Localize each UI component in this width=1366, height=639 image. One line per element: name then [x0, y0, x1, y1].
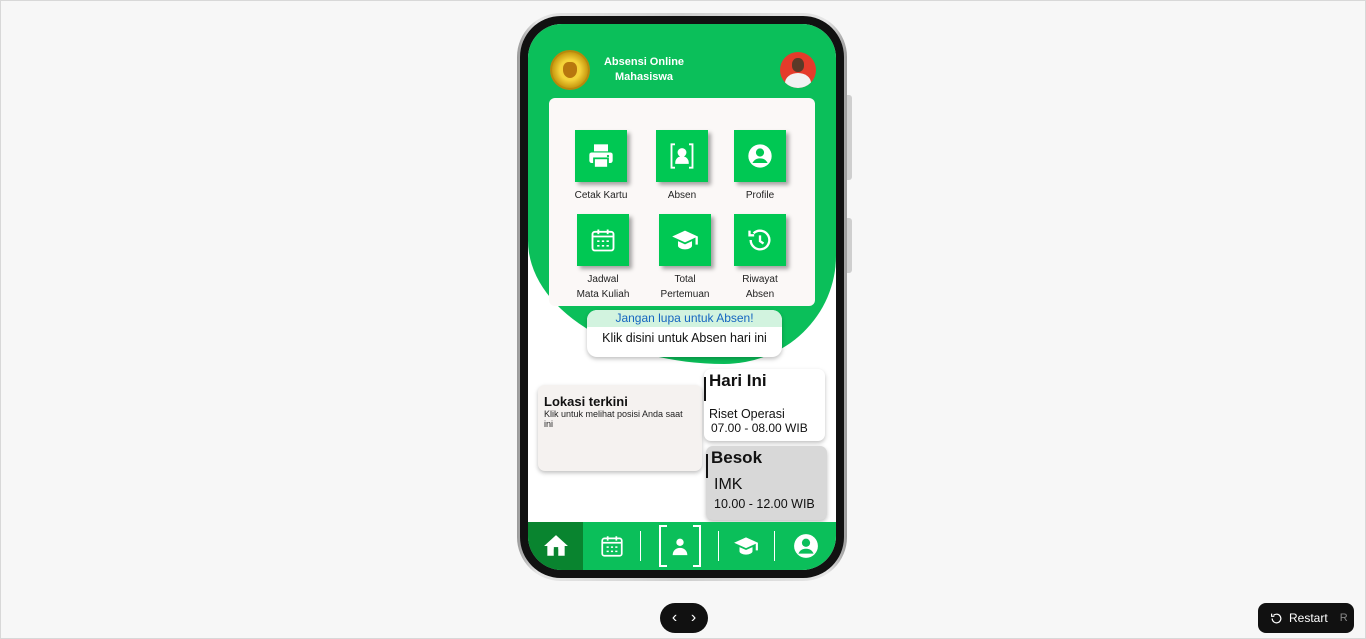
- nav-absen[interactable]: [641, 522, 718, 570]
- menu-label-line2: Absen: [745, 289, 775, 300]
- menu-absen[interactable]: Absen: [642, 130, 722, 203]
- person-frame-icon: [656, 130, 708, 182]
- menu-jadwal[interactable]: Jadwal Mata Kuliah: [563, 214, 643, 302]
- university-logo: [550, 50, 590, 90]
- menu-profile[interactable]: Profile: [720, 130, 800, 203]
- schedule-tomorrow-heading: Besok: [711, 448, 763, 467]
- graduation-cap-icon: [659, 214, 711, 266]
- schedule-today-course: Riset Operasi: [709, 407, 785, 421]
- schedule-today-time: 07.00 - 08.00 WIB: [711, 421, 808, 435]
- schedule-tomorrow-time: 10.00 - 12.00 WIB: [714, 497, 815, 511]
- menu-riwayat-absen[interactable]: Riwayat Absen: [720, 214, 800, 302]
- nav-home[interactable]: [528, 522, 584, 570]
- menu-label-line1: Riwayat: [742, 274, 778, 285]
- schedule-tomorrow-course: IMK: [714, 476, 743, 493]
- menu-total-pertemuan[interactable]: Total Pertemuan: [645, 214, 725, 302]
- schedule-tomorrow-card[interactable]: Besok IMK 10.00 - 12.00 WIB: [706, 446, 827, 520]
- menu-label: Profile: [745, 190, 775, 201]
- restart-icon: [1271, 613, 1282, 623]
- profile-icon: [734, 130, 786, 182]
- phone-frame: Absensi Online Mahasiswa Cetak Kartu Abs…: [517, 13, 852, 581]
- prev-button[interactable]: ‹: [672, 609, 677, 627]
- power-button: [847, 218, 852, 273]
- app-title-line1: Absensi Online: [603, 56, 685, 68]
- bottom-nav: [528, 522, 836, 570]
- menu-label-line2: Mata Kuliah: [576, 289, 630, 300]
- slide-pager: ‹ ›: [660, 603, 708, 633]
- restart-shortcut: R: [1339, 612, 1348, 624]
- avatar[interactable]: [780, 52, 816, 88]
- calendar-icon: [601, 536, 623, 557]
- location-title: Lokasi terkini: [544, 394, 628, 409]
- app-title: Absensi Online Mahasiswa: [594, 55, 694, 85]
- menu-label-line1: Total: [674, 274, 696, 285]
- menu-label-line1: Jadwal: [587, 274, 619, 285]
- nav-calendar[interactable]: [583, 522, 640, 570]
- location-card[interactable]: Lokasi terkini Klik untuk melihat posisi…: [538, 385, 702, 471]
- app-screen: Absensi Online Mahasiswa Cetak Kartu Abs…: [528, 24, 836, 570]
- reminder-title: Jangan lupa untuk Absen!: [587, 310, 782, 327]
- history-icon: [734, 214, 786, 266]
- home-icon: [543, 535, 568, 556]
- menu-cetak-kartu[interactable]: Cetak Kartu: [561, 130, 641, 203]
- restart-button[interactable]: Restart R: [1258, 603, 1354, 633]
- app-title-line2: Mahasiswa: [614, 71, 674, 83]
- schedule-today-card[interactable]: Hari Ini Riset Operasi 07.00 - 08.00 WIB: [704, 369, 825, 441]
- printer-icon: [575, 130, 627, 182]
- profile-icon: [793, 534, 818, 558]
- calendar-icon: [577, 214, 629, 266]
- restart-label: Restart: [1289, 611, 1328, 625]
- person-frame-icon: [672, 538, 687, 556]
- menu-label-line2: Pertemuan: [660, 289, 710, 300]
- nav-pertemuan[interactable]: [719, 522, 774, 570]
- absen-reminder-card[interactable]: Jangan lupa untuk Absen! Klik disini unt…: [587, 310, 782, 357]
- menu-label: Cetak Kartu: [574, 190, 628, 201]
- menu-label: Absen: [667, 190, 697, 201]
- reminder-body: Klik disini untuk Absen hari ini: [602, 331, 767, 345]
- graduation-cap-icon: [734, 537, 759, 555]
- next-button[interactable]: ›: [691, 609, 696, 627]
- phone-bezel: Absensi Online Mahasiswa Cetak Kartu Abs…: [520, 16, 844, 578]
- menu-card: Cetak Kartu Absen Profile Jadwal Mata Ku…: [549, 98, 815, 306]
- schedule-today-heading: Hari Ini: [709, 371, 767, 390]
- location-description: Klik untuk melihat posisi Anda saat ini: [544, 409, 683, 429]
- volume-button: [847, 95, 852, 180]
- nav-profile[interactable]: [775, 522, 836, 570]
